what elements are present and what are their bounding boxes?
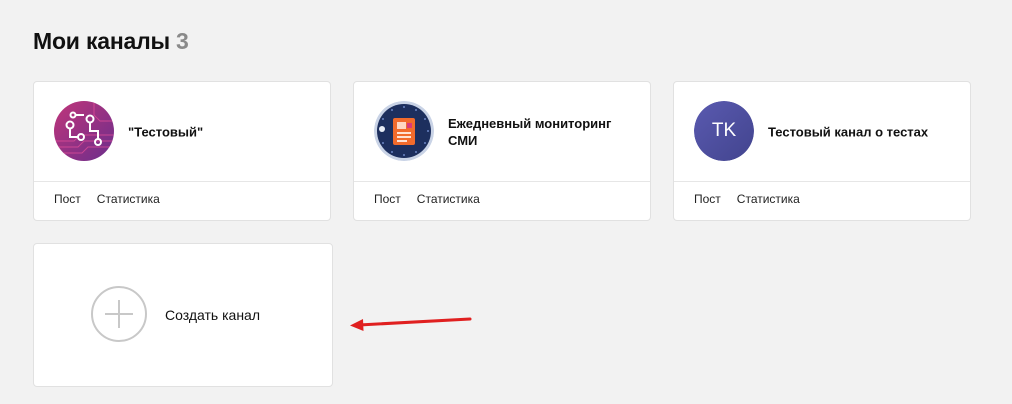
page-title: Мои каналы 3: [33, 28, 189, 55]
channel-avatar-news-icon: [374, 101, 434, 161]
channel-avatar-circuit-icon: [54, 101, 114, 161]
channel-card: "Тестовый" Пост Статистика: [33, 81, 331, 221]
channel-card: Ежедневный мониторинг СМИ Пост Статистика: [353, 81, 651, 221]
channel-card: TK Тестовый канал о тестах Пост Статистик…: [673, 81, 971, 221]
channel-name: Ежедневный мониторинг СМИ: [448, 115, 612, 148]
channel-actions: Пост Статистика: [54, 192, 176, 206]
stats-link[interactable]: Статистика: [97, 192, 160, 206]
post-link[interactable]: Пост: [694, 192, 721, 206]
channel-card-header[interactable]: Ежедневный мониторинг СМИ: [354, 82, 650, 182]
channel-count: 3: [175, 28, 189, 54]
channel-card-header[interactable]: "Тестовый": [34, 82, 330, 182]
channel-name: Тестовый канал о тестах: [768, 124, 929, 139]
plus-circle-icon: [91, 286, 147, 342]
channel-card-header[interactable]: TK Тестовый канал о тестах: [674, 82, 970, 182]
page-title-text: Мои каналы: [33, 28, 170, 54]
post-link[interactable]: Пост: [374, 192, 401, 206]
stats-link[interactable]: Статистика: [737, 192, 800, 206]
avatar-initials: TK: [694, 101, 754, 161]
post-link[interactable]: Пост: [54, 192, 81, 206]
create-channel-label: Создать канал: [165, 307, 260, 323]
channel-avatar: TK: [694, 101, 754, 161]
stats-link[interactable]: Статистика: [417, 192, 480, 206]
create-channel-button[interactable]: Создать канал: [33, 243, 333, 387]
annotation-arrow-icon: [350, 317, 472, 331]
channel-actions: Пост Статистика: [374, 192, 496, 206]
channel-name: "Тестовый": [128, 124, 204, 139]
channel-actions: Пост Статистика: [694, 192, 816, 206]
